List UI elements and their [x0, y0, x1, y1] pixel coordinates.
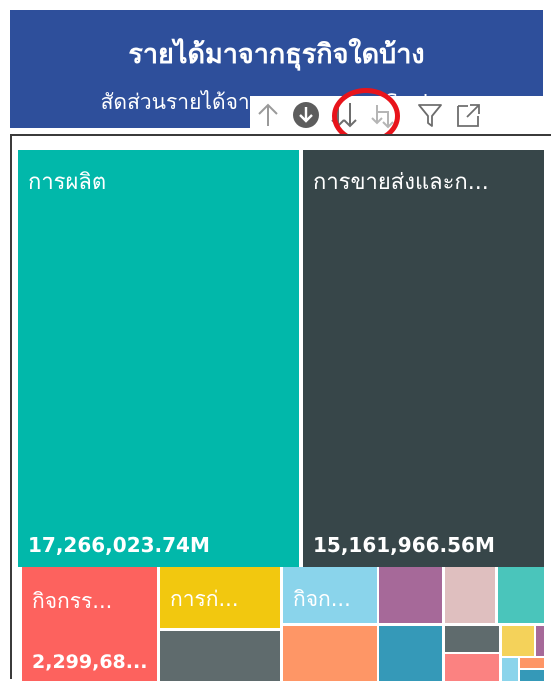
- tile-label: การผลิต: [28, 170, 107, 195]
- treemap-tile-11[interactable]: [445, 626, 499, 652]
- treemap-tile-5b[interactable]: [160, 631, 280, 681]
- treemap-tile-10[interactable]: [498, 567, 544, 623]
- treemap-tile-3[interactable]: กิจกรร... 2,299,68...: [22, 567, 157, 681]
- treemap-tile-15[interactable]: [502, 658, 518, 681]
- treemap-tile-8[interactable]: [379, 626, 442, 681]
- go-to-next-level-button[interactable]: [326, 98, 362, 132]
- treemap-tile-13[interactable]: [502, 626, 534, 656]
- tile-value: 2,299,68...: [32, 651, 148, 673]
- filter-button[interactable]: [412, 98, 448, 132]
- drill-down-mode-button[interactable]: [288, 98, 324, 132]
- tile-value: 15,161,966.56M: [313, 533, 495, 557]
- treemap-tile-6[interactable]: [283, 626, 377, 681]
- expand-next-level-button[interactable]: [364, 98, 400, 132]
- treemap-tile-14[interactable]: [536, 626, 544, 656]
- treemap-tile-5[interactable]: กิจก...: [283, 567, 377, 623]
- treemap-tile-7[interactable]: [379, 567, 442, 623]
- drill-down-mode-icon: [293, 102, 319, 128]
- go-to-next-level-icon: [331, 103, 357, 128]
- treemap-visual: การผลิต 17,266,023.74M การขายส่งและก... …: [10, 134, 551, 681]
- tile-value: 17,266,023.74M: [28, 533, 210, 557]
- tile-label: การก่...: [170, 587, 239, 611]
- tile-label: การขายส่งและก...: [313, 170, 489, 195]
- treemap-tile-12[interactable]: [445, 654, 499, 681]
- filter-icon: [418, 104, 442, 127]
- treemap-tile-9[interactable]: [445, 567, 495, 623]
- treemap-tile-4[interactable]: การก่...: [160, 567, 280, 628]
- treemap-tile-16[interactable]: [520, 658, 544, 668]
- drill-up-icon: [258, 103, 278, 126]
- visual-title: รายได้มาจากธุรกิจใดบ้าง: [128, 39, 425, 70]
- treemap-tile-manufacturing[interactable]: การผลิต 17,266,023.74M: [18, 150, 299, 567]
- visual-header-toolbar: [250, 96, 551, 134]
- treemap-tile-17[interactable]: [520, 670, 544, 681]
- tile-label: กิจกรร...: [32, 589, 113, 613]
- drill-up-button[interactable]: [250, 98, 286, 132]
- expand-next-level-icon: [371, 105, 394, 129]
- tile-label: กิจก...: [293, 587, 351, 611]
- focus-mode-button[interactable]: [450, 98, 486, 132]
- treemap-tile-wholesale-retail[interactable]: การขายส่งและก... 15,161,966.56M: [303, 150, 544, 567]
- focus-mode-icon: [457, 104, 480, 127]
